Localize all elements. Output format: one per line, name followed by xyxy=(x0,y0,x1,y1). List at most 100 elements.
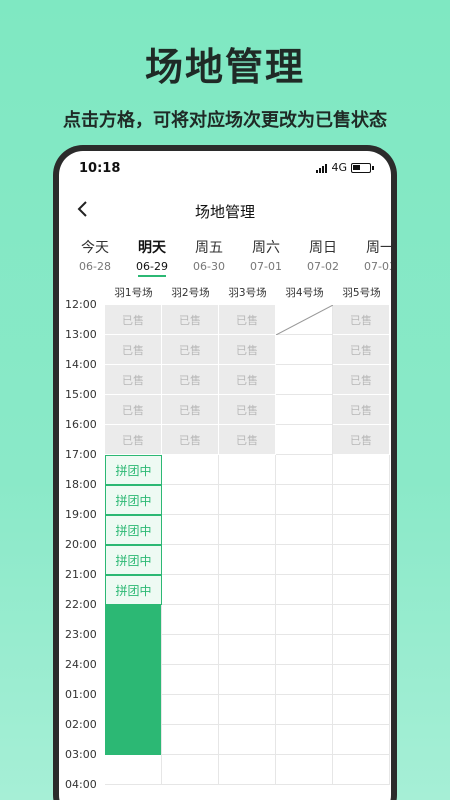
signal-icon xyxy=(316,163,328,173)
slot-cell[interactable] xyxy=(219,605,276,635)
tab-day-5[interactable]: 周一 07-03 xyxy=(352,237,391,273)
slot-cell-sold[interactable]: 已售 xyxy=(162,335,219,365)
booked-block[interactable] xyxy=(105,605,161,755)
time-label: 02:00 xyxy=(65,718,97,731)
court-header-3: 羽3号场 xyxy=(228,287,267,299)
court-header-1: 羽1号场 xyxy=(114,287,153,299)
day-label: 周日 xyxy=(309,240,337,256)
slot-cell[interactable] xyxy=(219,725,276,755)
slot-cell[interactable] xyxy=(333,755,390,785)
slot-cell[interactable] xyxy=(333,665,390,695)
slot-cell[interactable] xyxy=(162,545,219,575)
slot-cell-group[interactable]: 拼团中 xyxy=(105,575,162,605)
slot-cell[interactable] xyxy=(333,635,390,665)
slot-cell[interactable] xyxy=(219,755,276,785)
slot-cell[interactable] xyxy=(276,335,333,365)
slot-cell-sold[interactable]: 已售 xyxy=(105,425,162,455)
slot-cell[interactable] xyxy=(276,605,333,635)
slot-cell-sold[interactable]: 已售 xyxy=(333,425,390,455)
day-date: 06-28 xyxy=(79,260,111,273)
tab-day-0[interactable]: 今天 06-28 xyxy=(67,237,123,273)
tab-day-3[interactable]: 周六 07-01 xyxy=(238,237,294,273)
slot-cell[interactable] xyxy=(162,575,219,605)
day-label: 今天 xyxy=(81,240,109,256)
slot-cell[interactable] xyxy=(276,485,333,515)
slot-cell[interactable] xyxy=(276,755,333,785)
slot-cell[interactable] xyxy=(219,515,276,545)
time-label: 15:00 xyxy=(65,388,97,401)
time-label: 17:00 xyxy=(65,448,97,461)
court-header-5: 羽5号场 xyxy=(342,287,381,299)
slot-cell-sold[interactable]: 已售 xyxy=(219,395,276,425)
slot-cell[interactable] xyxy=(219,665,276,695)
slot-cell-sold[interactable]: 已售 xyxy=(162,365,219,395)
slot-cell[interactable] xyxy=(219,545,276,575)
slot-cell[interactable] xyxy=(219,635,276,665)
slot-cell-group[interactable]: 拼团中 xyxy=(105,485,162,515)
slot-cell[interactable] xyxy=(276,575,333,605)
time-label: 03:00 xyxy=(65,748,97,761)
slot-cell-sold[interactable]: 已售 xyxy=(105,305,162,335)
slot-cell-sold[interactable]: 已售 xyxy=(219,305,276,335)
slot-cell-group[interactable]: 拼团中 xyxy=(105,545,162,575)
slot-cell[interactable] xyxy=(162,455,219,485)
slot-cell-sold[interactable]: 已售 xyxy=(333,365,390,395)
nav-bar: 场地管理 xyxy=(59,193,391,227)
tab-day-1[interactable]: 明天 06-29 xyxy=(124,237,180,277)
slot-cell[interactable] xyxy=(219,455,276,485)
slot-cell-sold[interactable]: 已售 xyxy=(105,335,162,365)
slot-cell-sold[interactable]: 已售 xyxy=(162,425,219,455)
status-bar: 10:18 4G xyxy=(59,161,391,181)
date-tabs: 今天 06-28 明天 06-29 周五 06-30 周六 07-01 周日 07-02 周一 07-… xyxy=(59,237,391,277)
slot-cell-sold[interactable]: 已售 xyxy=(219,335,276,365)
slot-cell[interactable] xyxy=(333,605,390,635)
slot-cell[interactable] xyxy=(162,515,219,545)
slot-cell[interactable] xyxy=(333,455,390,485)
slot-cell[interactable] xyxy=(276,455,333,485)
slot-cell[interactable] xyxy=(333,545,390,575)
slot-cell[interactable] xyxy=(219,695,276,725)
slot-cell[interactable] xyxy=(276,365,333,395)
slot-cell[interactable] xyxy=(162,605,219,635)
slot-cell[interactable] xyxy=(162,665,219,695)
slot-cell[interactable] xyxy=(162,485,219,515)
slot-cell[interactable] xyxy=(276,725,333,755)
slot-cell[interactable] xyxy=(276,395,333,425)
slot-cell[interactable] xyxy=(162,635,219,665)
promo-title: 场地管理 xyxy=(144,45,305,89)
slot-cell[interactable] xyxy=(276,665,333,695)
slot-cell[interactable] xyxy=(333,695,390,725)
slot-cell[interactable] xyxy=(219,575,276,605)
slot-cell-sold[interactable]: 已售 xyxy=(105,365,162,395)
slot-cell-sold[interactable]: 已售 xyxy=(333,395,390,425)
slot-cell[interactable] xyxy=(162,755,219,785)
slot-cell-group[interactable]: 拼团中 xyxy=(105,515,162,545)
phone-frame: 10:18 4G 场地管理 今天 06-28 明天 06-29 周五 06-30 周六 07-… xyxy=(53,145,397,800)
slot-cell[interactable] xyxy=(333,725,390,755)
slot-cell[interactable] xyxy=(105,755,162,785)
slot-cell[interactable] xyxy=(333,485,390,515)
slot-cell-sold[interactable]: 已售 xyxy=(105,395,162,425)
app-screen: 10:18 4G 场地管理 今天 06-28 明天 06-29 周五 06-30 周六 07-… xyxy=(59,151,391,800)
slot-cell[interactable] xyxy=(333,515,390,545)
slot-cell[interactable] xyxy=(333,575,390,605)
tab-day-4[interactable]: 周日 07-02 xyxy=(295,237,351,273)
battery-icon xyxy=(351,162,374,173)
slot-cell[interactable] xyxy=(276,695,333,725)
slot-cell-sold[interactable]: 已售 xyxy=(162,395,219,425)
slot-cell[interactable] xyxy=(276,425,333,455)
slot-cell[interactable] xyxy=(162,695,219,725)
slot-cell-sold[interactable]: 已售 xyxy=(333,335,390,365)
slot-cell[interactable] xyxy=(276,635,333,665)
slot-cell-sold[interactable]: 已售 xyxy=(219,365,276,395)
tab-day-2[interactable]: 周五 06-30 xyxy=(181,237,237,273)
slot-cell-sold[interactable]: 已售 xyxy=(162,305,219,335)
slot-cell[interactable] xyxy=(276,515,333,545)
slot-cell-sold[interactable]: 已售 xyxy=(333,305,390,335)
slot-cell-group[interactable]: 拼团中 xyxy=(105,455,162,485)
slot-cell[interactable] xyxy=(276,545,333,575)
slot-cell[interactable] xyxy=(219,485,276,515)
slot-cell-sold[interactable]: 已售 xyxy=(219,425,276,455)
time-label: 21:00 xyxy=(65,568,97,581)
slot-cell[interactable] xyxy=(162,725,219,755)
